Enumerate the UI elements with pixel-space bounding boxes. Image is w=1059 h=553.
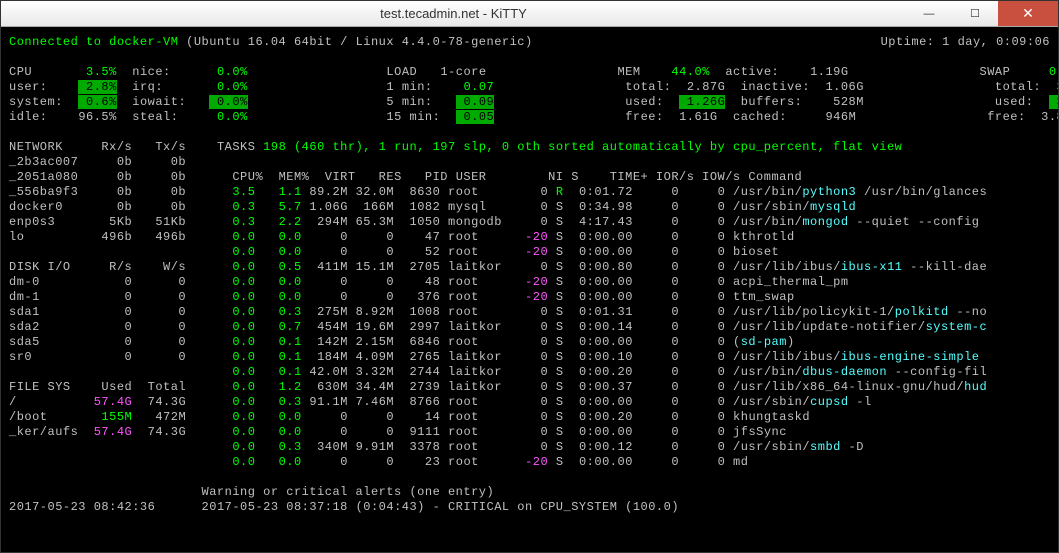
process-row[interactable]: 0.0 0.1 42.0M 3.32M 2744 laitkor 0 S 0:0… [9, 365, 1050, 380]
process-row[interactable]: enp0s3 5Kb 51Kb 0.3 2.2 294M 65.3M 1050 … [9, 215, 1050, 230]
stats-row-4: idle: 96.5% steal: 0.0% 15 min: 0.05 fre… [9, 110, 1050, 125]
process-row[interactable]: 0.0 0.0 0 0 52 root -20 S 0:00.00 0 0 bi… [9, 245, 1050, 260]
process-row[interactable]: _ker/aufs 57.4G 74.3G 0.0 0.0 0 0 9111 r… [9, 425, 1050, 440]
process-row[interactable]: FILE SYS Used Total 0.0 1.2 630M 34.4M 2… [9, 380, 1050, 395]
connection-header: Connected to docker-VM (Ubuntu 16.04 64b… [9, 35, 1050, 50]
kitty-window: test.tecadmin.net - KiTTY — ☐ ✕ Connecte… [0, 0, 1059, 553]
net-r1-proc-header: _2051a080 0b 0b CPU% MEM% VIRT RES PID U… [9, 170, 1050, 185]
footer-row: 2017-05-23 08:42:36 2017-05-23 08:37:18 … [9, 500, 1050, 515]
process-row[interactable]: dm-0 0 0 0.0 0.0 0 0 48 root -20 S 0:00.… [9, 275, 1050, 290]
process-row[interactable]: sda2 0 0 0.0 0.7 454M 19.6M 2997 laitkor… [9, 320, 1050, 335]
net-tasks-row: NETWORK Rx/s Tx/s TASKS 198 (460 thr), 1… [9, 140, 1050, 155]
alerts-header: Warning or critical alerts (one entry) [9, 485, 1050, 500]
process-row[interactable]: 0.0 0.0 0 0 23 root -20 S 0:00.00 0 0 md [9, 455, 1050, 470]
process-row[interactable]: / 57.4G 74.3G 0.0 0.3 91.1M 7.46M 8766 r… [9, 395, 1050, 410]
maximize-button[interactable]: ☐ [952, 1, 998, 26]
process-row[interactable]: lo 496b 496b 0.0 0.0 0 0 47 root -20 S 0… [9, 230, 1050, 245]
process-row[interactable]: _556ba9f3 0b 0b 3.5 1.1 89.2M 32.0M 8630… [9, 185, 1050, 200]
process-row[interactable]: docker0 0b 0b 0.3 5.7 1.06G 166M 1082 my… [9, 200, 1050, 215]
process-row[interactable]: 0.0 0.3 340M 9.91M 3378 root 0 S 0:00.12… [9, 440, 1050, 455]
process-row[interactable]: /boot 155M 472M 0.0 0.0 0 0 14 root 0 S … [9, 410, 1050, 425]
titlebar[interactable]: test.tecadmin.net - KiTTY — ☐ ✕ [1, 1, 1058, 27]
close-button[interactable]: ✕ [998, 1, 1058, 26]
process-list: _556ba9f3 0b 0b 3.5 1.1 89.2M 32.0M 8630… [9, 185, 1050, 470]
minimize-button[interactable]: — [906, 1, 952, 26]
window-title: test.tecadmin.net - KiTTY [1, 6, 906, 21]
net-r0: _2b3ac007 0b 0b [9, 155, 1050, 170]
process-row[interactable]: sda1 0 0 0.0 0.3 275M 8.92M 1008 root 0 … [9, 305, 1050, 320]
process-row[interactable]: DISK I/O R/s W/s 0.0 0.5 411M 15.1M 2705… [9, 260, 1050, 275]
process-row[interactable]: dm-1 0 0 0.0 0.0 0 0 376 root -20 S 0:00… [9, 290, 1050, 305]
stats-row-2: user: 2.8% irq: 0.0% 1 min: 0.07 total: … [9, 80, 1050, 95]
stats-row-3: system: 0.6% iowait: 0.0% 5 min: 0.09 us… [9, 95, 1050, 110]
window-controls: — ☐ ✕ [906, 1, 1058, 26]
process-row[interactable]: sda5 0 0 0.0 0.1 142M 2.15M 6846 root 0 … [9, 335, 1050, 350]
terminal-area[interactable]: Connected to docker-VM (Ubuntu 16.04 64b… [1, 27, 1058, 552]
stats-row-1: CPU 3.5% nice: 0.0% LOAD 1-core MEM 44.0… [9, 65, 1050, 80]
process-row[interactable]: sr0 0 0 0.0 0.1 184M 4.09M 2765 laitkor … [9, 350, 1050, 365]
